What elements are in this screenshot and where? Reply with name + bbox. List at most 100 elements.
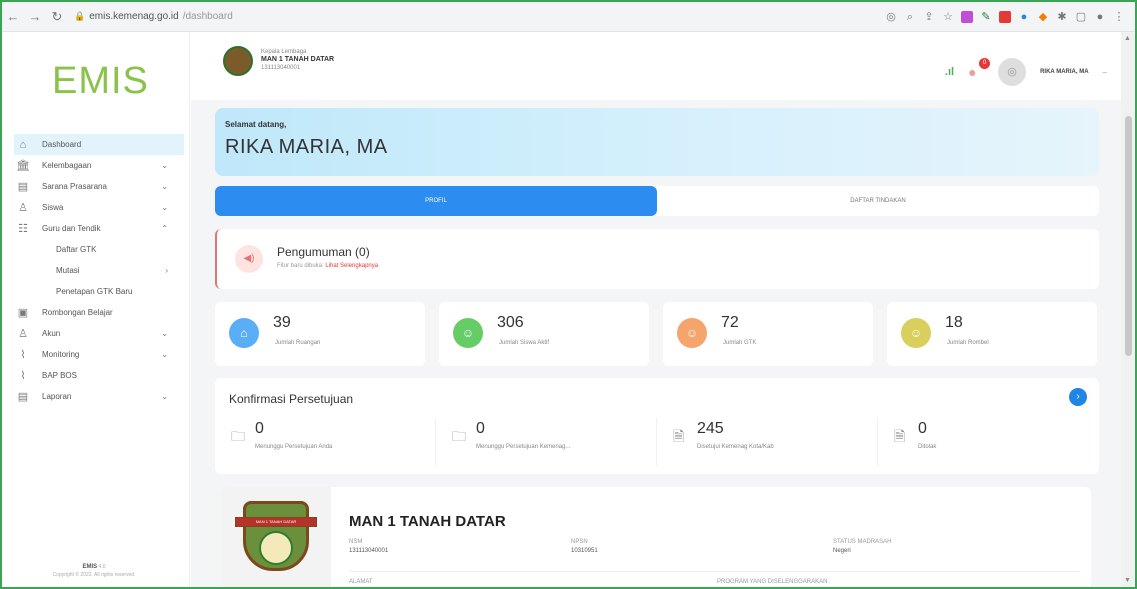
konfirmasi-item-disetujui[interactable]: 🗎 245 Disetujui Kemenag Kota/Kab bbox=[657, 418, 878, 466]
stat-card-rombel: ☺ 18 Jumlah Rombel bbox=[887, 302, 1097, 366]
konfirmasi-item-ditolak[interactable]: 🗎 0 Ditolak bbox=[878, 418, 1099, 466]
scroll-up-icon[interactable]: ▲ bbox=[1124, 35, 1131, 42]
back-icon[interactable]: ← bbox=[2, 9, 24, 24]
url-path: /dashboard bbox=[182, 11, 233, 22]
konfirmasi-item-menunggu-anda[interactable]: 🗀 0 Menunggu Persetujuan Anda bbox=[215, 418, 436, 466]
scrollbar-thumb[interactable] bbox=[1125, 116, 1132, 356]
konfirmasi-item-menunggu-kemenag[interactable]: 🗀 0 Menunggu Persetujuan Kemenag... bbox=[436, 418, 657, 466]
sidebar-item-laporan[interactable]: ▤ Laporan ⌄ bbox=[2, 386, 186, 407]
header-actions: .ıl ● 0 ◎ RIKA MARIA, MA – bbox=[945, 58, 1107, 86]
sidebar-item-sarana-prasarana[interactable]: ▤ Sarana Prasarana ⌄ bbox=[2, 176, 186, 197]
announcement-body: Fitur baru dibuka: bbox=[277, 263, 324, 269]
top-header: Kepala Lembaga MAN 1 TANAH DATAR 1311130… bbox=[191, 32, 1121, 100]
forward-icon[interactable]: → bbox=[24, 9, 46, 24]
browser-menu-icon[interactable]: ⋮ bbox=[1113, 11, 1125, 23]
browser-toolbar: ← → ↻ 🔒 emis.kemenag.go.id/dashboard ◎ ⌕… bbox=[2, 2, 1135, 32]
konfirmasi-label: Menunggu Persetujuan Anda bbox=[255, 444, 333, 450]
sidebar-subitem-daftar-gtk[interactable]: Daftar GTK bbox=[2, 239, 186, 260]
reload-icon[interactable]: ↻ bbox=[46, 9, 68, 25]
sidebar-item-akun[interactable]: ♙ Akun ⌄ bbox=[2, 323, 186, 344]
chevron-down-icon: ⌄ bbox=[161, 203, 168, 212]
sidebar-item-label: Monitoring bbox=[42, 350, 80, 359]
tab-profil[interactable]: PROFIL bbox=[215, 186, 657, 216]
students-icon: ☺ bbox=[453, 318, 483, 348]
sidebar: EMIS ⌂ Dashboard 🏛 Kelembagaan ⌄ ▤ Saran… bbox=[2, 32, 190, 587]
sidebar-item-label: Sarana Prasarana bbox=[42, 182, 107, 191]
stat-label: Jumlah Ruangan bbox=[275, 340, 321, 346]
teacher-icon: ☷ bbox=[18, 223, 28, 235]
group-icon: ☺ bbox=[901, 318, 931, 348]
konfirmasi-label: Ditolak bbox=[918, 444, 937, 450]
announcement-link[interactable]: Lihat Selengkapnya bbox=[325, 263, 378, 269]
sidebar-subitem-mutasi[interactable]: Mutasi › bbox=[2, 260, 186, 281]
footer-version: 4.0 bbox=[98, 564, 106, 570]
sidebar-item-rombongan-belajar[interactable]: ▣ Rombongan Belajar bbox=[2, 302, 186, 323]
notification-bell-icon[interactable]: ● 0 bbox=[968, 58, 991, 80]
zoom-icon[interactable]: ⌕ bbox=[904, 11, 916, 23]
emblem-center bbox=[259, 531, 293, 565]
emis-logo[interactable]: EMIS bbox=[52, 60, 149, 103]
konfirmasi-label: Disetujui Kemenag Kota/Kab bbox=[697, 444, 774, 450]
extension-red-icon[interactable] bbox=[999, 10, 1011, 23]
madrasah-name: MAN 1 TANAH DATAR bbox=[349, 513, 506, 530]
field-label: ALAMAT bbox=[349, 579, 373, 585]
extension-orange-icon[interactable]: ◆ bbox=[1037, 11, 1049, 23]
sidebar-item-label: Dashboard bbox=[42, 140, 82, 149]
extensions-puzzle-icon[interactable]: ✱ bbox=[1056, 11, 1068, 23]
chevron-down-icon: ⌄ bbox=[161, 392, 168, 401]
field-program: PROGRAM YANG DISELENGGARAKAN bbox=[717, 579, 827, 585]
sidebar-item-bap-bos[interactable]: ⌇ BAP BOS bbox=[2, 365, 186, 386]
field-nsm: NSM 131113040001 bbox=[349, 539, 388, 554]
arrow-right-icon[interactable]: › bbox=[1069, 388, 1087, 406]
sidebar-item-label: Rombongan Belajar bbox=[42, 308, 113, 317]
field-label: NSM bbox=[349, 539, 363, 545]
profile-divider bbox=[349, 571, 1079, 572]
konfirmasi-value: 245 bbox=[697, 420, 724, 437]
konfirmasi-label: Menunggu Persetujuan Kemenag... bbox=[476, 444, 571, 450]
room-icon: ⌂ bbox=[229, 318, 259, 348]
bookmark-star-icon[interactable]: ☆ bbox=[942, 11, 954, 23]
extension-pen-icon[interactable]: ✎ bbox=[980, 11, 992, 23]
user-menu-toggle-icon[interactable]: – bbox=[1103, 68, 1107, 77]
folder-icon: 🗀 bbox=[231, 428, 245, 444]
profile-avatar-icon[interactable]: ● bbox=[1094, 11, 1106, 23]
emblem-banner: MAN 1 TANAH DATAR bbox=[235, 517, 317, 527]
sidebar-item-siswa[interactable]: ♙ Siswa ⌄ bbox=[2, 197, 186, 218]
field-alamat: ALAMAT bbox=[349, 579, 373, 585]
notification-badge: 0 bbox=[979, 58, 991, 69]
scroll-down-icon[interactable]: ▼ bbox=[1124, 577, 1131, 584]
student-icon: ♙ bbox=[18, 202, 28, 214]
stat-label: Jumlah Siswa Aktif bbox=[499, 340, 550, 346]
stats-row: ⌂ 39 Jumlah Ruangan ☺ 306 Jumlah Siswa A… bbox=[215, 302, 1099, 366]
share-icon[interactable]: ⇪ bbox=[923, 11, 935, 23]
sidebar-item-kelembagaan[interactable]: 🏛 Kelembagaan ⌄ bbox=[2, 155, 186, 176]
welcome-banner: Selamat datang, RIKA MARIA, MA bbox=[215, 108, 1099, 176]
address-bar[interactable]: 🔒 emis.kemenag.go.id/dashboard bbox=[74, 11, 233, 22]
sidepanel-icon[interactable]: ▢ bbox=[1075, 11, 1087, 23]
institution-name: MAN 1 TANAH DATAR bbox=[261, 56, 335, 63]
sidebar-item-label: BAP BOS bbox=[42, 371, 77, 380]
sidebar-item-monitoring[interactable]: ⌇ Monitoring ⌄ bbox=[2, 344, 186, 365]
user-name[interactable]: RIKA MARIA, MA bbox=[1040, 69, 1088, 75]
sidebar-item-guru-dan-tendik[interactable]: ☷ Guru dan Tendik ⌃ bbox=[2, 218, 186, 239]
chart-icon: ⌇ bbox=[20, 370, 26, 382]
extension-purple-icon[interactable] bbox=[961, 10, 973, 23]
institution-info: Kepala Lembaga MAN 1 TANAH DATAR 1311130… bbox=[261, 48, 334, 72]
extension-blue-icon[interactable]: ● bbox=[1018, 11, 1030, 23]
avatar[interactable]: ◎ bbox=[998, 58, 1027, 86]
sidebar-subitem-penetapan-gtk-baru[interactable]: Penetapan GTK Baru bbox=[2, 281, 186, 302]
signal-icon[interactable]: .ıl bbox=[945, 66, 954, 78]
report-icon: ▤ bbox=[17, 391, 29, 403]
megaphone-icon: ◀) bbox=[235, 245, 263, 273]
logo-text: EMIS bbox=[52, 60, 149, 102]
announcement-card: ◀) Pengumuman (0) Fitur baru dibuka: Lih… bbox=[215, 229, 1099, 289]
tab-bar: PROFIL DAFTAR TINDAKAN bbox=[215, 186, 1099, 216]
field-label: STATUS MADRASAH bbox=[833, 539, 892, 545]
page-scrollbar[interactable]: ▲ ▼ bbox=[1121, 32, 1135, 587]
browser-extensions: ◎ ⌕ ⇪ ☆ ✎ ● ◆ ✱ ▢ ● ⋮ bbox=[885, 10, 1125, 23]
stat-label: Jumlah GTK bbox=[723, 340, 757, 346]
google-lens-icon[interactable]: ◎ bbox=[885, 11, 897, 23]
stat-value: 72 bbox=[721, 314, 739, 331]
tab-daftar-tindakan[interactable]: DAFTAR TINDAKAN bbox=[657, 186, 1099, 216]
sidebar-item-dashboard[interactable]: ⌂ Dashboard bbox=[14, 134, 184, 155]
